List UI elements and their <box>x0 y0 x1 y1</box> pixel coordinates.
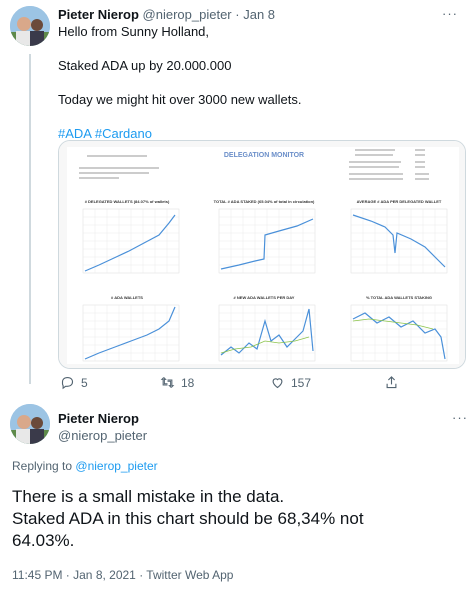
chart-title: # ADA WALLETS <box>111 295 143 300</box>
avatar-photo <box>10 404 50 444</box>
author-handle[interactable]: @nierop_pieter <box>143 7 232 22</box>
chart-title: AVERAGE # ADA PER DELEGATED WALLET <box>357 199 442 204</box>
tweet[interactable]: Pieter Nierop @nierop_pieter · Jan 8 ···… <box>58 6 466 142</box>
hashtag-link[interactable]: #Cardano <box>95 126 152 141</box>
tweet-header: Pieter Nierop @nierop_pieter · Jan 8 <box>58 6 466 23</box>
avatar[interactable] <box>10 6 50 46</box>
reply-author: Pieter Nierop @nierop_pieter <box>58 410 147 444</box>
share-button[interactable] <box>384 375 399 390</box>
chart-title: # DELEGATED WALLETS (84.07% of wallets) <box>85 199 170 204</box>
tweet-text-line: Today we might hit over 3000 new wallets… <box>58 92 302 107</box>
retweet-button[interactable]: 18 <box>160 375 194 390</box>
author-name[interactable]: Pieter Nierop <box>58 7 139 22</box>
reply-button[interactable]: 5 <box>60 375 88 390</box>
replying-to-link[interactable]: @nierop_pieter <box>75 459 157 473</box>
author-name[interactable]: Pieter Nierop <box>58 410 147 427</box>
media-title: DELEGATION MONITOR <box>224 152 304 159</box>
mini-chart <box>218 208 316 274</box>
tweet-timestamp[interactable]: 11:45 PM · Jan 8, 2021 · Twitter Web App <box>12 568 233 582</box>
thread-connector-line <box>29 54 31 384</box>
chart-title: % TOTAL ADA WALLETS STAKING <box>366 295 432 300</box>
chart-title: TOTAL # ADA STAKED (65.04% of total in c… <box>214 199 315 204</box>
tweet-media-image[interactable]: DELEGATION MONITOR # DELEGATED WALLETS (… <box>58 140 466 369</box>
tweet-date[interactable]: Jan 8 <box>243 7 275 22</box>
chart-title: # NEW ADA WALLETS PER DAY <box>234 295 295 300</box>
reply-count: 5 <box>81 375 88 390</box>
like-icon <box>272 378 283 389</box>
like-button[interactable]: 157 <box>270 375 311 390</box>
tweet-text-line: Hello from Sunny Holland, <box>58 24 210 39</box>
reply-text-line: 64.03%. <box>12 531 75 550</box>
more-icon[interactable]: ··· <box>452 410 468 425</box>
like-count: 157 <box>291 375 312 390</box>
retweet-count: 18 <box>181 375 195 390</box>
share-icon <box>386 376 397 389</box>
more-icon[interactable]: ··· <box>442 6 458 21</box>
hashtag-link[interactable]: #ADA <box>58 126 91 141</box>
reply-text-line: There is a small mistake in the data. <box>12 487 285 506</box>
replying-prefix: Replying to <box>12 459 73 473</box>
mini-chart <box>218 304 316 362</box>
mini-chart <box>350 208 448 274</box>
mini-chart <box>82 208 180 274</box>
mini-chart <box>82 304 180 362</box>
tweet-actions: 5 18 157 <box>58 375 466 393</box>
reply-text-line: Staked ADA in this chart should be 68,34… <box>12 509 364 528</box>
author-handle[interactable]: @nierop_pieter <box>58 427 147 444</box>
separator: · <box>235 7 240 22</box>
mini-chart <box>350 304 448 362</box>
tweet-text-line: Staked ADA up by 20.000.000 <box>58 58 232 73</box>
retweet-icon <box>160 377 175 388</box>
avatar-photo <box>10 6 50 46</box>
avatar[interactable] <box>10 404 50 444</box>
replying-to: Replying to @nierop_pieter <box>12 459 158 473</box>
reply-text: There is a small mistake in the data. St… <box>12 486 464 552</box>
delegation-monitor-image: DELEGATION MONITOR # DELEGATED WALLETS (… <box>59 141 465 368</box>
reply-icon <box>61 376 74 390</box>
